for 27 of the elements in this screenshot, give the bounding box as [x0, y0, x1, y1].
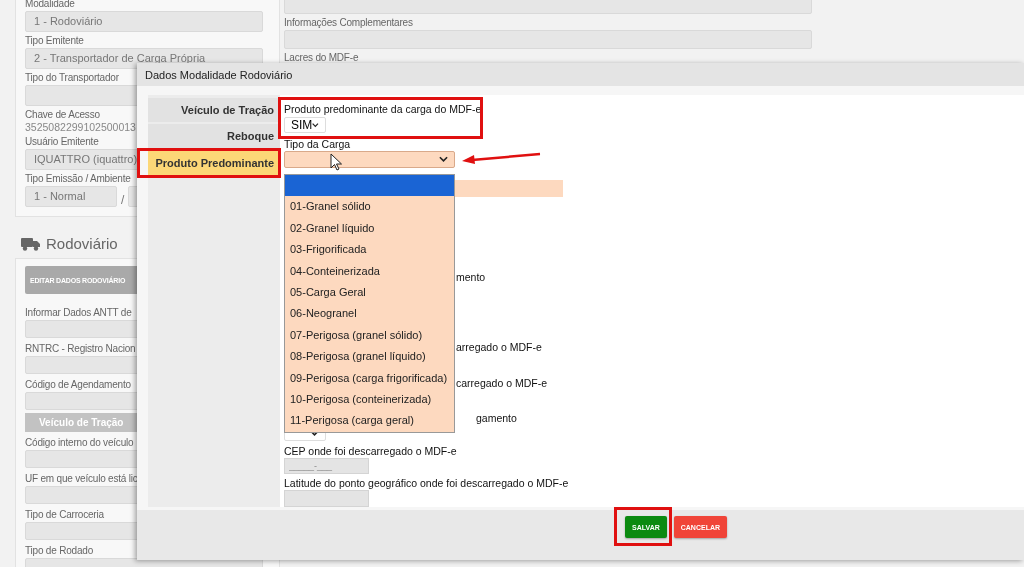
field-label: CEP onde foi descarregado o MDF-e [284, 443, 457, 458]
field-label: Modalidade [25, 0, 75, 10]
field-label: Tipo de Carroceria [25, 509, 104, 521]
field-label: gamento [476, 410, 517, 425]
access-key-text: 3525082299102500013 [25, 121, 137, 133]
field-label: Usuário Emitente [25, 136, 99, 148]
separator-text: / [121, 193, 125, 207]
field-label: Tipo do Transportador [25, 72, 119, 84]
field-label: RNTRC - Registro Nacion [25, 343, 136, 355]
field-label: UF em que veículo está lic [25, 473, 138, 485]
field-label: Informar Dados ANTT de [25, 307, 132, 319]
section-title: Rodoviário [46, 235, 118, 252]
field-label: carregado o MDF-e [456, 375, 548, 390]
field-label: arregado o MDF-e [456, 339, 542, 354]
field-label: Código interno do veículo [25, 437, 134, 449]
field-label: Latitude do ponto geográfico onde foi descarregado o MDF-e [284, 476, 569, 491]
dialog-title: Dados Modalidade Rodoviário [145, 68, 293, 81]
field-label: mento [456, 269, 486, 284]
field-label: Chave de Acesso [25, 109, 100, 121]
field-label: Tipo Emitente [25, 35, 84, 47]
field-label: Lacres do MDF-e [284, 52, 359, 64]
field-label: Informações Complementares [284, 17, 413, 29]
field-label: Tipo de Rodado [25, 545, 93, 557]
field-label: Produto predominante da carga do MDF-e [284, 102, 482, 116]
field-label: Código de Agendamento [25, 379, 131, 391]
field-label: Tipo Emissão / Ambiente [25, 173, 131, 185]
field-label: Tipo da Carga [284, 137, 351, 151]
